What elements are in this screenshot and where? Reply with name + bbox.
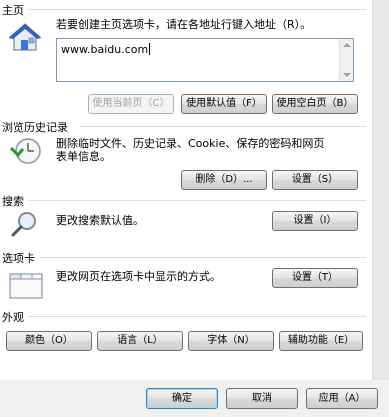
home-group-title: 主页 — [2, 2, 26, 18]
tabs-description: 更改网页在选项卡中显示的方式。 — [56, 270, 221, 283]
languages-button[interactable]: 语言（L） — [97, 331, 183, 351]
accessibility-button[interactable]: 辅助功能（E） — [279, 331, 363, 351]
tabs-group-divider — [40, 257, 366, 258]
cancel-button[interactable]: 取消 — [226, 388, 298, 409]
scroll-up-arrow-icon[interactable] — [343, 43, 351, 47]
tabbed-window-icon — [8, 268, 44, 303]
apply-button[interactable]: 应用（A） — [306, 388, 378, 409]
home-page-url-field[interactable]: www.baidu.com — [56, 38, 354, 82]
search-group-title: 搜索 — [2, 193, 26, 209]
use-blank-button[interactable]: 使用空白页（B） — [272, 94, 358, 114]
search-group-divider — [28, 200, 366, 201]
history-settings-button[interactable]: 设置（S） — [272, 170, 358, 190]
dialog-scrollbar[interactable] — [372, 0, 389, 380]
magnifier-icon — [10, 210, 40, 243]
ok-button[interactable]: 确定 — [146, 388, 218, 409]
home-description: 若要创建主页选项卡，请在各地址行键入地址（R）。 — [56, 18, 312, 31]
clock-history-icon — [8, 136, 44, 169]
fonts-button[interactable]: 字体（N） — [188, 331, 274, 351]
use-current-button[interactable]: 使用当前页（C） — [88, 94, 174, 114]
delete-history-button[interactable]: 删除（D）... — [181, 170, 267, 190]
tabs-group-title: 选项卡 — [2, 250, 37, 266]
history-group-divider — [80, 126, 366, 127]
search-settings-button[interactable]: 设置（I） — [272, 211, 358, 231]
house-icon — [8, 22, 42, 55]
tabs-settings-button[interactable]: 设置（T） — [272, 268, 358, 288]
use-default-button[interactable]: 使用默认值（F） — [181, 94, 267, 114]
history-description-line2: 表单信息。 — [56, 150, 111, 163]
appearance-group-title: 外观 — [2, 309, 26, 325]
history-description-line1: 删除临时文件、历史记录、Cookie、保存的密码和网页 — [56, 137, 325, 150]
url-field-scrollbar[interactable] — [339, 39, 353, 81]
home-page-url-value: www.baidu.com — [61, 43, 149, 56]
search-description: 更改搜索默认值。 — [56, 214, 144, 227]
appearance-group-divider — [28, 316, 366, 317]
history-group-title: 浏览历史记录 — [2, 119, 70, 135]
home-group-divider — [28, 9, 366, 10]
scroll-down-arrow-icon[interactable] — [343, 73, 351, 77]
general-tab-panel: 主页 若要创建主页选项卡，请在各地址行键入地址（R）。 www.baidu.co… — [0, 0, 372, 380]
text-caret — [149, 43, 151, 55]
colors-button[interactable]: 颜色（O） — [6, 331, 92, 351]
